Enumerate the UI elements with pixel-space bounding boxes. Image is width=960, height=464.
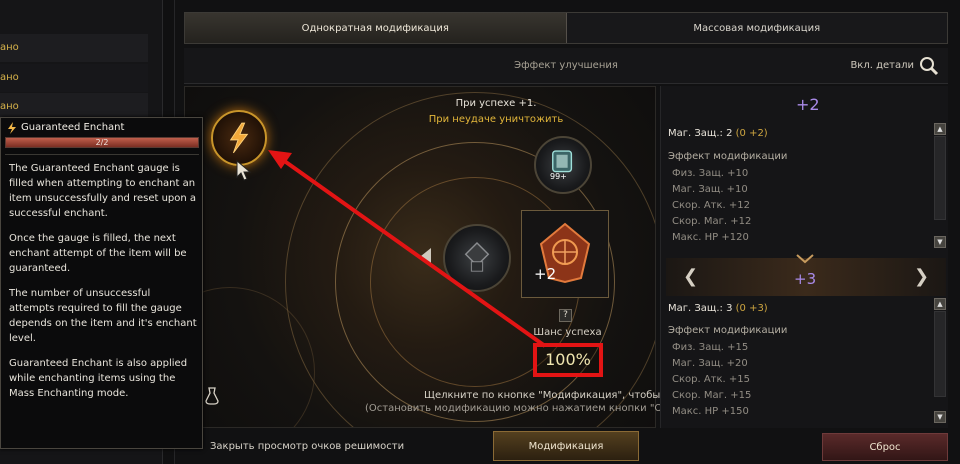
guaranteed-enchant-icon[interactable]	[211, 110, 267, 166]
divider	[5, 154, 199, 155]
potion-icon[interactable]	[202, 386, 222, 406]
stat-name: Маг. Защ.	[668, 128, 720, 139]
next-scrollbar[interactable]	[934, 311, 946, 397]
scroll-up-icon[interactable]: ▲	[934, 298, 946, 310]
support-item-slot[interactable]	[443, 224, 511, 292]
next-enchant-level: +3	[794, 270, 817, 288]
current-mod-title: Эффект модификации	[668, 151, 788, 162]
next-stat-head: Маг. Защ.: 3 (0 +3)	[668, 303, 768, 314]
mod-line: Скор. Маг. +12	[672, 216, 752, 227]
next-mod-title: Эффект модификации	[668, 325, 788, 336]
mod-line: Скор. Маг. +15	[672, 390, 752, 401]
mod-line: Физ. Защ. +10	[672, 168, 749, 179]
item-enchant-level: +2	[534, 265, 557, 283]
scroll-up-icon[interactable]: ▲	[934, 123, 946, 135]
stat-name: Маг. Защ.	[668, 303, 720, 314]
effect-title: Эффект улучшения	[514, 60, 618, 71]
effect-bar: Эффект улучшения Вкл. детали	[184, 48, 948, 84]
mod-line: Физ. Защ. +15	[672, 342, 749, 353]
success-effect-text: При успехе +1.	[455, 98, 537, 109]
tooltip-paragraph: The Guaranteed Enchant gauge is filled w…	[9, 163, 197, 219]
scroll-down-icon[interactable]: ▼	[934, 236, 946, 248]
search-icon[interactable]	[918, 55, 940, 77]
chevron-down-icon	[796, 254, 814, 264]
tooltip-paragraph: Once the gauge is filled, the next encha…	[9, 233, 187, 274]
mod-line: Скор. Атк. +12	[672, 200, 751, 211]
details-toggle-label[interactable]: Вкл. детали	[850, 48, 914, 84]
stat-diff: (0 +3)	[735, 303, 768, 314]
tooltip-paragraph: Guaranteed Enchant is also applied while…	[9, 358, 188, 399]
mod-line: Маг. Защ. +20	[672, 358, 748, 369]
list-item[interactable]: ано	[0, 64, 148, 92]
enchant-scroll-icon	[552, 150, 573, 173]
mod-line: Маг. Защ. +10	[672, 184, 748, 195]
current-stat-head: Маг. Защ.: 2 (0 +2)	[668, 128, 768, 139]
success-chance-label: Шанс успеха	[533, 327, 602, 338]
scroll-count: 99+	[550, 172, 567, 181]
chance-help-button[interactable]: ?	[559, 309, 572, 322]
enchant-window: ано ано ано Однократная модификация Масс…	[0, 0, 960, 464]
left-arrow-icon[interactable]	[419, 246, 433, 266]
scroll-down-icon[interactable]: ▼	[934, 411, 946, 423]
left-arrow-icon[interactable]: ❮	[683, 266, 698, 287]
modify-button[interactable]: Модификация	[493, 431, 639, 461]
reset-button[interactable]: Сброс	[822, 433, 948, 461]
right-arrow-icon[interactable]: ❯	[914, 266, 929, 287]
tab-mass-enchant[interactable]: Массовая модификация	[567, 13, 948, 43]
fail-effect-text: При неудаче уничтожить	[428, 114, 564, 125]
support-item-icon	[464, 241, 490, 272]
stat-diff: (0 +2)	[735, 128, 768, 139]
guaranteed-gauge: 2/2	[5, 137, 199, 148]
current-enchant-level: +2	[796, 95, 820, 114]
tooltip-paragraph: The number of unsuccessful attempts requ…	[9, 288, 197, 344]
enchant-scroll-slot[interactable]: 99+	[534, 136, 592, 194]
current-scrollbar[interactable]	[934, 136, 946, 220]
guaranteed-enchant-tooltip: Guaranteed Enchant 2/2 The Guaranteed En…	[0, 117, 203, 449]
mod-line: Скор. Атк. +15	[672, 374, 751, 385]
stat-value: : 3	[719, 303, 733, 314]
success-chance-value: 100%	[533, 343, 603, 377]
gauge-text: 2/2	[95, 138, 109, 147]
close-resolve-view-link[interactable]: Закрыть просмотр очков решимости	[210, 441, 404, 452]
tab-single-enchant[interactable]: Однократная модификация	[185, 13, 567, 43]
stat-value: : 2	[719, 128, 733, 139]
lightning-icon	[8, 122, 16, 134]
mode-tabs: Однократная модификация Массовая модифик…	[184, 12, 948, 44]
tooltip-title: Guaranteed Enchant	[21, 122, 125, 133]
mod-line: Макс. HP +120	[672, 232, 749, 243]
mod-line: Макс. HP +150	[672, 406, 749, 417]
list-item[interactable]: ано	[0, 34, 148, 62]
cursor-icon	[236, 160, 252, 181]
tooltip-body: The Guaranteed Enchant gauge is filled w…	[9, 161, 197, 411]
